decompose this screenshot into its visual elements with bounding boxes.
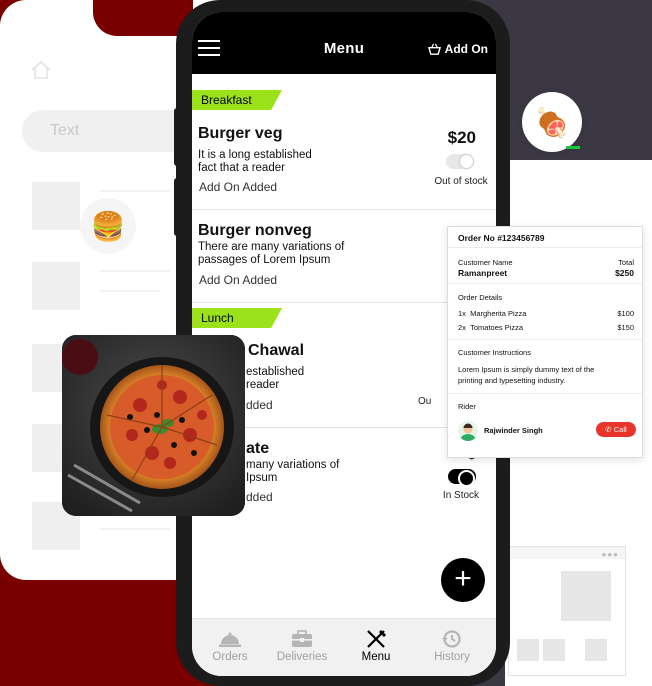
bottom-navigation: Orders Deliveries Menu History xyxy=(192,618,496,676)
divider xyxy=(448,339,644,340)
pizza-photo xyxy=(62,335,245,516)
phone-side-button xyxy=(174,178,182,236)
category-tag-breakfast: Breakfast xyxy=(192,90,282,110)
rider-name: Rajwinder Singh xyxy=(484,426,543,435)
divider xyxy=(448,393,644,394)
meat-icon: 🍖 xyxy=(522,92,582,152)
stock-status: Out of stock xyxy=(434,176,488,187)
instructions-label: Customer Instructions xyxy=(458,348,531,357)
nav-label: Menu xyxy=(361,651,391,663)
window-tile xyxy=(585,639,607,661)
item-description-line: There are many variations of xyxy=(198,241,345,253)
customer-name-label: Customer Name xyxy=(458,258,513,267)
order-line-price: $100 xyxy=(617,309,634,318)
add-item-button[interactable]: + xyxy=(441,558,485,602)
order-total: $250 xyxy=(615,268,634,278)
item-description: many variations of Ipsum xyxy=(246,459,346,485)
divider xyxy=(448,283,644,284)
cloche-icon xyxy=(219,632,241,647)
nav-label: Deliveries xyxy=(276,651,328,663)
item-name: Burger nonveg xyxy=(198,222,312,239)
rider-avatar xyxy=(458,421,478,441)
nav-label: Orders xyxy=(212,651,248,663)
item-addon-status: Add On Added xyxy=(199,180,278,194)
total-label: Total xyxy=(618,258,634,267)
order-line-name: Tomatoes Pizza xyxy=(470,323,524,332)
order-line: 1x Margherita Pizza xyxy=(458,309,526,318)
background-search-input: Text xyxy=(22,110,192,152)
order-line-qty: 2x xyxy=(458,323,466,332)
window-titlebar: ●●● xyxy=(509,547,625,559)
category-tag-lunch: Lunch xyxy=(192,308,282,328)
phone-icon: ✆ xyxy=(605,425,612,434)
background-thumb xyxy=(32,262,80,310)
item-description-line: It is a long established xyxy=(198,149,312,161)
order-line: 2x Tomatoes Pizza xyxy=(458,323,523,332)
order-line-name: Margherita Pizza xyxy=(470,309,527,318)
nav-deliveries[interactable]: Deliveries xyxy=(264,619,340,676)
item-addon-status: dded xyxy=(246,398,273,412)
item-description: It is a long established fact that a read… xyxy=(198,149,348,175)
call-label: Call xyxy=(613,425,627,434)
accent-dash xyxy=(566,146,580,149)
stock-status: Ou xyxy=(418,396,432,407)
instructions-line: Lorem Ipsum is simply dummy text of the xyxy=(458,365,595,374)
nav-label: History xyxy=(434,651,470,663)
item-name: Burger veg xyxy=(198,125,283,142)
background-line xyxy=(100,290,160,292)
nav-menu[interactable]: Menu xyxy=(338,619,414,676)
call-rider-button[interactable]: ✆ Call xyxy=(596,422,636,437)
item-addon-status: dded xyxy=(246,490,273,504)
item-description-line: many variations of xyxy=(246,459,340,471)
customer-name: Ramanpreet xyxy=(458,268,508,278)
fork-knife-icon xyxy=(367,629,387,648)
instructions-text: Lorem Ipsum is simply dummy text of the p… xyxy=(458,364,594,386)
basket-icon xyxy=(427,43,441,55)
toolbox-icon xyxy=(292,630,312,647)
item-description-line: passages of Lorem Ipsum xyxy=(198,254,331,266)
item-description-line: Ipsum xyxy=(246,472,278,484)
window-tile xyxy=(543,639,565,661)
order-details-card: Order No #123456789 Customer Name Total … xyxy=(447,226,644,458)
window-thumb xyxy=(561,571,611,621)
background-thumb xyxy=(32,182,80,230)
item-description-line: established xyxy=(246,366,305,378)
item-name: ate xyxy=(246,440,270,457)
window-dots-icon: ●●● xyxy=(601,550,619,559)
stock-status: In Stock xyxy=(442,490,480,501)
background-window: ●●● xyxy=(508,546,626,676)
add-on-label: Add On xyxy=(444,42,488,56)
order-line-price: $150 xyxy=(617,323,634,332)
order-number: Order No #123456789 xyxy=(458,233,545,243)
phone-side-button xyxy=(174,108,182,166)
item-name: Chawal xyxy=(248,342,305,359)
burger-icon: 🍔 xyxy=(80,198,136,254)
history-icon xyxy=(442,630,461,648)
divider xyxy=(192,209,496,210)
background-line xyxy=(100,190,170,192)
item-price: $20 xyxy=(447,128,476,147)
order-details-label: Order Details xyxy=(458,293,503,302)
add-on-button[interactable]: Add On xyxy=(427,42,488,56)
item-description: There are many variations of passages of … xyxy=(198,241,358,267)
home-icon xyxy=(31,60,51,79)
order-line-qty: 1x xyxy=(458,309,466,318)
divider xyxy=(448,247,644,248)
item-description-line: fact that a reader xyxy=(198,162,285,174)
item-description-line: reader xyxy=(246,379,280,391)
top-app-bar: Menu Add On xyxy=(192,12,496,74)
background-line xyxy=(100,270,170,272)
item-addon-status: Add On Added xyxy=(199,273,278,287)
rider-label: Rider xyxy=(458,402,476,411)
availability-toggle[interactable] xyxy=(448,469,476,487)
nav-orders[interactable]: Orders xyxy=(192,619,268,676)
instructions-line: printing and typesetting industry. xyxy=(458,376,566,385)
window-tile xyxy=(517,639,539,661)
availability-toggle[interactable] xyxy=(446,154,474,169)
item-description: established reader xyxy=(246,366,396,392)
background-line xyxy=(100,528,170,530)
nav-history[interactable]: History xyxy=(414,619,490,676)
